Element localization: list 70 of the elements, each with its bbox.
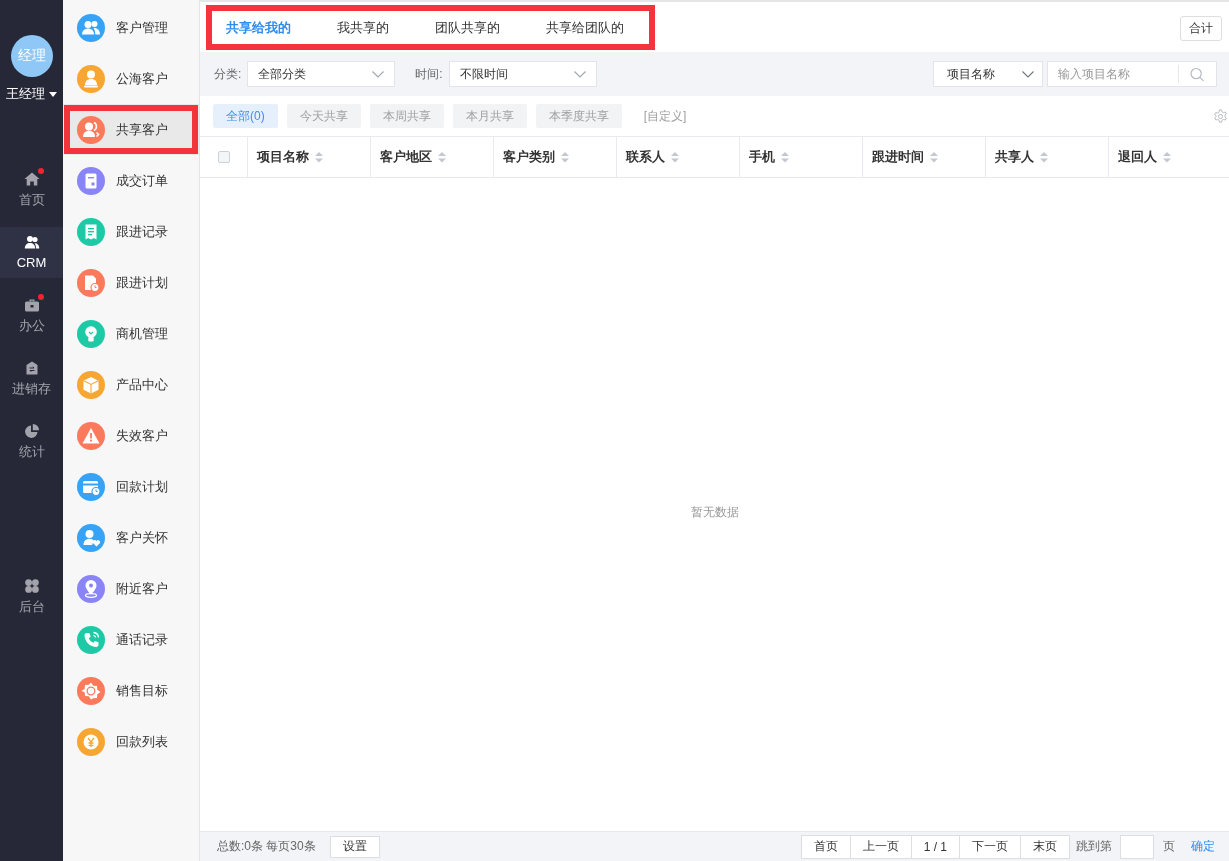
nav-item[interactable]: 进销存 (0, 353, 63, 404)
sort-icon (438, 151, 446, 163)
tab[interactable]: 我共享的 (337, 18, 389, 37)
page-unit-label: 页 (1163, 838, 1175, 855)
pager-button[interactable]: 末页 (1020, 834, 1070, 859)
tab[interactable]: 团队共享的 (435, 18, 500, 37)
column-header[interactable]: 退回人 (1108, 137, 1229, 177)
pager-button[interactable]: 上一页 (849, 834, 912, 859)
column-header[interactable]: 手机 (739, 137, 862, 177)
user-avatar: 经理 (10, 35, 53, 77)
empty-message: 暂无数据 (690, 503, 739, 521)
record-summary: 总数:0条 每页30条 (217, 838, 316, 855)
sidebar-item[interactable]: 共享客户 (63, 104, 199, 155)
pager-button[interactable]: 下一页 (959, 834, 1021, 859)
sort-icon (930, 151, 938, 163)
sidebar-item[interactable]: 销售目标 (63, 665, 199, 716)
nav-item[interactable]: CRM (0, 227, 63, 278)
settings-icon[interactable] (1213, 108, 1228, 124)
nav-item[interactable]: 后台 (0, 571, 63, 622)
sidebar-item[interactable]: 商机管理 (63, 308, 199, 359)
nav-item[interactable]: 首页 (0, 164, 63, 215)
sidebar-item[interactable]: 产品中心 (63, 359, 199, 410)
column-header[interactable]: 联系人 (616, 137, 739, 177)
caret-icon (49, 91, 57, 97)
jump-label: 跳到第 (1076, 838, 1112, 855)
sidebar-item[interactable]: 成交订单 (63, 155, 199, 206)
tab[interactable]: 共享给团队的 (546, 18, 624, 37)
sidebar-item[interactable]: 跟进计划 (63, 257, 199, 308)
search-scope-select[interactable]: 项目名称 (933, 61, 1043, 87)
chevron-down-icon (1022, 70, 1034, 78)
page-number-input[interactable] (1120, 834, 1154, 859)
sidebar-item[interactable]: 通话记录 (63, 614, 199, 665)
sort-icon (315, 151, 323, 163)
chevron-down-icon (372, 70, 385, 78)
sidebar-item[interactable]: 回款列表 (63, 716, 199, 767)
column-header[interactable]: 客户地区 (370, 137, 493, 177)
nav-item[interactable]: 办公 (0, 290, 63, 341)
column-header[interactable]: 客户类别 (493, 137, 616, 177)
column-header[interactable]: 项目名称 (247, 137, 370, 177)
filter-label: 分类: (214, 65, 242, 83)
column-header[interactable]: 共享人 (985, 137, 1108, 177)
sidebar-item[interactable]: 客户关怀 (63, 512, 199, 563)
sidebar-item[interactable]: 公海客户 (63, 53, 199, 104)
chevron-down-icon (573, 70, 586, 78)
filter-label: 时间: (415, 65, 443, 83)
home-icon (23, 171, 40, 187)
sidebar-item[interactable]: 回款计划 (63, 461, 199, 512)
user-menu[interactable]: 王经理 (6, 85, 57, 103)
column-header[interactable]: 跟进时间 (862, 137, 985, 177)
nav-item[interactable]: 统计 (0, 416, 63, 467)
sort-icon (1163, 151, 1171, 163)
time-select[interactable]: 不限时间 (448, 61, 597, 87)
sidebar-item[interactable]: 附近客户 (63, 563, 199, 614)
total-button[interactable]: 合计 (1180, 16, 1222, 41)
sort-icon (781, 151, 789, 163)
select-all-checkbox[interactable] (217, 151, 230, 163)
pie-chart-icon (23, 423, 40, 439)
sidebar-item[interactable]: 跟进记录 (63, 206, 199, 257)
sort-icon (671, 151, 679, 163)
settings-button[interactable]: 设置 (329, 835, 380, 858)
category-select[interactable]: 全部分类 (247, 61, 396, 87)
users-icon (23, 234, 40, 250)
briefcase-icon (23, 297, 40, 313)
clover-icon (23, 578, 40, 594)
sidebar-item[interactable]: 客户管理 (63, 2, 199, 53)
sort-icon (1040, 151, 1048, 163)
sort-icon (561, 151, 569, 163)
sidebar-item[interactable]: 失效客户 (63, 410, 199, 461)
page-indicator: 1 / 1 (910, 834, 960, 859)
pager-button[interactable]: 首页 (800, 834, 851, 859)
